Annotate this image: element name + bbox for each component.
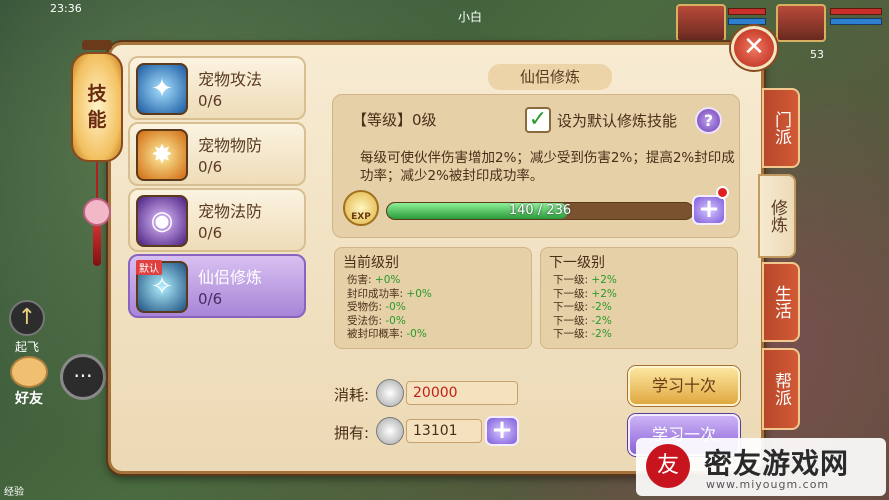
friend-button[interactable]: 好友 — [4, 356, 54, 412]
help-button[interactable]: ? — [695, 107, 722, 134]
tab-life[interactable]: 生活 — [762, 262, 800, 342]
next-stat-line: 下一级: +2% — [553, 287, 617, 300]
next-stat-line: 下一级: -2% — [553, 301, 612, 313]
lantern-body: 技 能 — [71, 52, 123, 162]
skill-item-pet-attack[interactable]: ✦ 宠物攻法 0/6 — [128, 56, 306, 120]
default-tag: 默认 — [136, 260, 162, 275]
tab-label: 修炼 — [767, 199, 787, 233]
cost-value: 20000 — [406, 381, 518, 405]
site-title: 密友游戏网 — [704, 447, 850, 480]
pet-level: 53 — [810, 48, 824, 61]
pet-hp-bar — [830, 8, 882, 15]
fly-label: 起飞 — [14, 340, 39, 354]
next-stat-line: 下一级: +2% — [553, 274, 617, 286]
player-avatar[interactable] — [676, 4, 726, 42]
site-logo: 友 — [646, 444, 690, 488]
lantern-cap — [82, 40, 112, 50]
current-stat-line: 封印成功率: +0% — [347, 287, 432, 300]
player-hp-bar — [728, 8, 766, 15]
tab-guild[interactable]: 帮派 — [762, 348, 800, 430]
skill-level: 【等级】0级 — [352, 111, 437, 129]
tab-label: 生活 — [771, 285, 791, 319]
pet-attack-icon: ✦ — [136, 63, 188, 115]
tab-training[interactable]: 修炼 — [758, 174, 796, 258]
lantern-char-1: 技 — [87, 83, 107, 105]
skill-item-pet-defense[interactable]: ✸ 宠物物防 0/6 — [128, 122, 306, 186]
pet-magic-defense-icon: ◉ — [136, 195, 188, 247]
pet-avatar[interactable] — [776, 4, 826, 42]
site-url: www.miyougm.com — [706, 478, 830, 491]
up-arrow-icon: ↑ — [9, 300, 45, 336]
silver-coin-icon — [376, 379, 404, 407]
silver-coin-icon — [376, 417, 404, 445]
skill-name: 宠物攻法 — [198, 70, 263, 89]
own-label: 拥有: — [334, 424, 370, 442]
owned-value: 13101 — [406, 419, 482, 443]
player-name: 小白 — [458, 10, 483, 24]
exp-hud-label: 经验 — [4, 487, 24, 498]
pet-defense-icon: ✸ — [136, 129, 188, 181]
current-stat-line: 受法伤: -0% — [347, 314, 406, 327]
exp-icon: EXP — [343, 190, 379, 226]
next-level-box: 下一级别 下一级: +2% 下一级: +2% 下一级: -2% 下一级: -2%… — [540, 247, 738, 349]
skill-name: 仙侣修炼 — [198, 268, 263, 287]
notification-dot — [716, 186, 729, 199]
skill-count: 0/6 — [198, 224, 223, 242]
detail-title: 仙侣修炼 — [488, 64, 612, 90]
current-stat-line: 受物伤: -0% — [347, 301, 406, 313]
next-level-title: 下一级别 — [549, 255, 605, 271]
friend-label: 好友 — [15, 391, 43, 407]
lantern-charm-icon — [83, 198, 111, 226]
chat-button[interactable]: ··· — [60, 354, 106, 400]
skill-count: 0/6 — [198, 158, 223, 176]
skill-item-pet-magic-defense[interactable]: ◉ 宠物法防 0/6 — [128, 188, 306, 252]
skill-item-companion-training[interactable]: ✧ 默认 仙侣修炼 0/6 — [128, 254, 306, 318]
site-watermark: 友 密友游戏网 www.miyougm.com — [636, 438, 886, 496]
next-stat-line: 下一级: -2% — [553, 314, 612, 327]
fly-button[interactable]: ↑ 起飞 — [4, 300, 50, 360]
skill-name: 宠物物防 — [198, 136, 263, 155]
skill-description: 每级可使伙伴伤害增加2%；减少受到伤害2%；提高2%封印成功率；减少2%被封印成… — [360, 150, 735, 184]
close-button[interactable]: ✕ — [731, 26, 777, 70]
player-mp-bar — [728, 18, 766, 25]
current-stat-line: 被封印概率: -0% — [347, 328, 427, 340]
learn-ten-times-button[interactable]: 学习十次 — [628, 366, 740, 406]
skill-count: 0/6 — [198, 290, 223, 308]
add-exp-button[interactable]: + — [692, 195, 726, 225]
default-skill-label: 设为默认修炼技能 — [557, 112, 678, 130]
clock: 23:36 — [50, 2, 82, 15]
skill-name: 宠物法防 — [198, 202, 263, 221]
lantern-cord — [96, 162, 98, 202]
skill-count: 0/6 — [198, 92, 223, 110]
exp-progress-text: 140 / 236 — [508, 203, 572, 218]
friend-icon — [10, 356, 48, 388]
tab-sect[interactable]: 门派 — [762, 88, 800, 168]
pet-mp-bar — [830, 18, 882, 25]
next-stat-line: 下一级: -2% — [553, 328, 612, 340]
skill-list: ✦ 宠物攻法 0/6 ✸ 宠物物防 0/6 ◉ 宠物法防 0/6 ✧ 默认 仙侣… — [128, 56, 308, 320]
tab-label: 帮派 — [771, 372, 791, 406]
skill-lantern-banner: 技 能 — [70, 40, 124, 272]
current-level-box: 当前级别 伤害: +0% 封印成功率: +0% 受物伤: -0% 受法伤: -0… — [334, 247, 532, 349]
cost-label: 消耗: — [334, 386, 370, 404]
current-level-title: 当前级别 — [343, 255, 399, 271]
current-stat-line: 伤害: +0% — [347, 274, 401, 286]
default-skill-checkbox[interactable]: ✓ — [525, 107, 551, 133]
lantern-tassel — [93, 226, 101, 266]
add-silver-button[interactable]: + — [485, 416, 519, 446]
lantern-char-2: 能 — [87, 109, 107, 131]
tab-label: 门派 — [771, 111, 791, 145]
